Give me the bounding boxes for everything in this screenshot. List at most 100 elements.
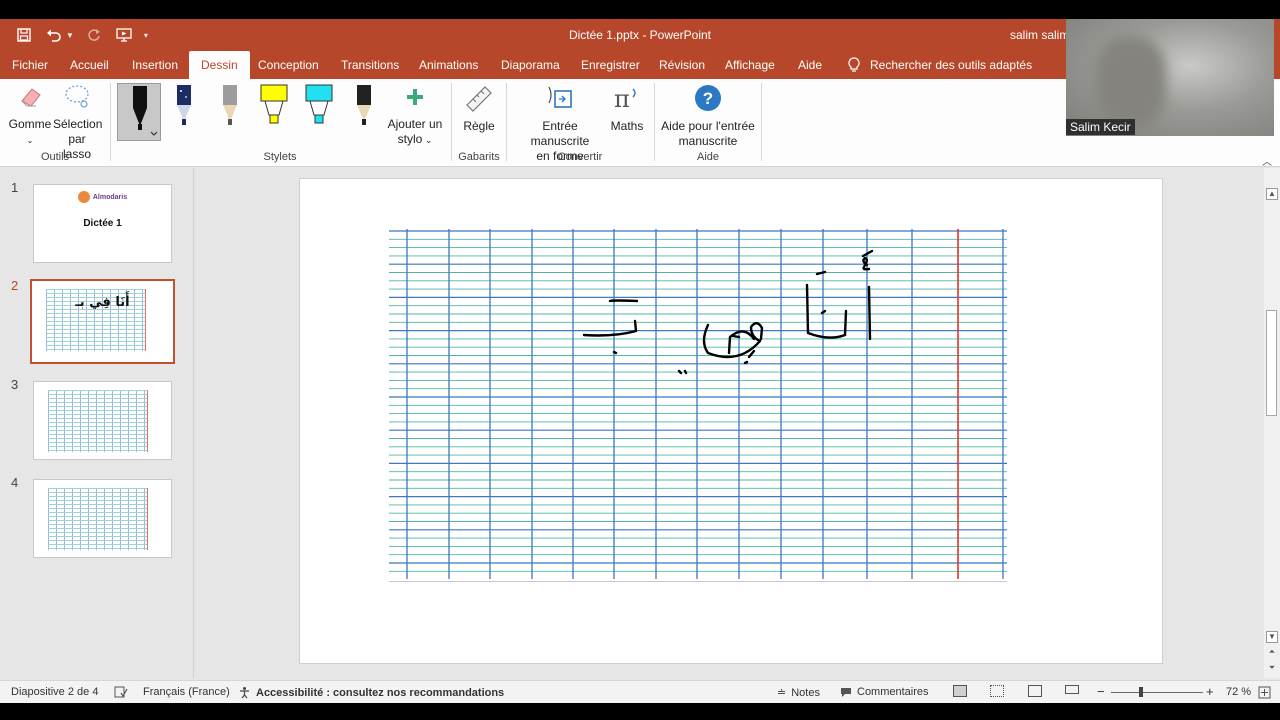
comments-button[interactable]: Commentaires [840,686,929,698]
accessibility-status[interactable]: Accessibilité : consultez nos recommanda… [238,686,504,699]
scroll-up-icon[interactable]: ▲ [1266,188,1278,200]
previous-slide-icon[interactable]: ⏶ [1266,647,1278,659]
black-pen-icon [133,86,158,136]
black-pen-tool[interactable] [117,83,161,141]
add-pen-label-1: Ajouter un [387,117,443,131]
logo-icon [77,191,90,203]
zoom-in-button[interactable]: + [1206,684,1214,699]
spell-check-icon[interactable] [114,686,128,698]
language-status[interactable]: Français (France) [143,686,230,698]
chevron-down-icon: ⌄ [422,135,433,145]
yellow-highlighter-tool[interactable] [259,83,289,135]
comments-label: Commentaires [857,686,929,698]
zoom-out-button[interactable]: − [1097,684,1105,699]
ink-to-shape-icon [548,86,572,108]
tab-conception[interactable]: Conception [258,51,319,79]
cyan-highlighter-tool[interactable] [304,83,334,135]
lasso-icon [65,85,89,108]
notebook-grid [389,229,1007,579]
eraser-button[interactable]: Gomme ⌄ [8,83,52,148]
tab-aide[interactable]: Aide [798,51,822,79]
plus-icon [407,89,423,105]
notes-icon: ≐ [777,687,787,699]
group-label-help: Aide [696,151,720,163]
group-separator [506,83,507,161]
accessibility-text: Accessibilité : consultez nos recommanda… [256,686,505,699]
math-label: Maths [610,119,644,133]
next-slide-icon[interactable]: ⏷ [1266,663,1278,675]
tab-transitions[interactable]: Transitions [341,51,399,79]
notes-label: Notes [791,686,820,699]
comment-icon [841,687,851,697]
slide-thumbnail-1[interactable]: Almodaris Dictée 1 [33,184,172,263]
black-pencil-tool[interactable] [349,83,379,135]
logo: Almodaris [34,191,171,203]
help-question-icon: ? [695,85,721,111]
group-label-tools: Outils [40,151,70,163]
zoom-level[interactable]: 72 % [1226,686,1251,698]
slide-count: Diapositive 2 de 4 [11,686,99,698]
tab-accueil[interactable]: Accueil [70,51,109,79]
tab-diaporama[interactable]: Diaporama [501,51,560,79]
slide-number: 2 [11,278,19,293]
slide-thumbnail-2[interactable]: أَنَا فِي بـ [30,279,175,364]
screen: ▼ ▾ Dictée 1.pptx - PowerPoint salim sal… [0,0,1280,720]
tab-animations[interactable]: Animations [419,51,478,79]
ink-help-label-1: Aide pour l'entrée [661,119,755,133]
lasso-label-1: Sélection [53,117,103,131]
galaxy-pen-icon [177,85,191,125]
tab-enregistrer[interactable]: Enregistrer [581,51,640,79]
notes-button[interactable]: ≐ Notes [777,686,820,700]
notebook-grid-thumbnail [48,390,148,452]
scrollbar-thumb[interactable] [1266,310,1277,416]
tab-dessin[interactable]: Dessin [189,51,250,79]
ink-help-label-2: manuscrite [678,134,738,148]
vertical-scrollbar[interactable]: ▲ ▼ ⏶ ⏷ [1264,168,1280,678]
user-name[interactable]: salim salim [1010,28,1069,42]
pi-math-icon: π [614,85,636,113]
notebook-grid-thumbnail [48,488,148,550]
slide-number: 3 [11,377,19,392]
group-label-convert: Convertir [557,151,603,163]
collapse-ribbon-icon[interactable]: ︿ [1262,153,1272,168]
tell-me-search[interactable]: Rechercher des outils adaptés [848,51,1032,79]
slide-sorter-view-icon[interactable] [990,685,1004,697]
black-pencil-icon [357,85,371,125]
ruler-button[interactable]: Règle [458,83,500,134]
zoom-slider-thumb[interactable] [1139,687,1143,697]
add-pen-button[interactable]: Ajouter un stylo ⌄ [384,83,446,148]
tab-insertion[interactable]: Insertion [132,51,178,79]
galaxy-pen-tool[interactable] [169,83,199,135]
gray-pencil-icon [223,85,237,125]
group-label-templates: Gabarits [458,151,500,163]
tab-revision[interactable]: Révision [659,51,705,79]
tab-affichage[interactable]: Affichage [725,51,775,79]
search-label: Rechercher des outils adaptés [870,58,1033,72]
slide-thumbnail-4[interactable] [33,479,172,558]
fit-to-window-icon[interactable] [1258,686,1271,699]
gray-pencil-tool[interactable] [215,83,245,135]
current-slide[interactable] [299,178,1163,664]
scroll-down-icon[interactable]: ▼ [1266,631,1278,643]
normal-view-icon[interactable] [953,685,967,697]
zoom-slider[interactable] [1111,692,1203,693]
reading-view-icon[interactable] [1028,685,1042,697]
group-separator [654,83,655,161]
ink-to-math-button[interactable]: π Maths [607,83,647,134]
ink-help-button[interactable]: ? Aide pour l'entrée manuscrite [660,83,756,149]
slide-thumbnail-3[interactable] [33,381,172,460]
yellow-highlighter-icon [260,84,288,124]
eraser-icon [21,88,41,107]
slideshow-view-icon[interactable] [1065,685,1079,694]
ruler-icon [466,86,492,112]
notebook-paper [389,229,1007,582]
webcam-overlay: Salim Kecir [1066,19,1274,136]
lightbulb-icon [848,57,860,72]
tab-fichier[interactable]: Fichier [12,51,48,79]
slide-edit-area [195,168,1264,678]
thumbnail-handwriting: أَنَا فِي بـ [75,295,130,310]
svg-text:π: π [614,85,630,113]
slide-number: 4 [11,475,19,490]
logo-text: Almodaris [92,193,128,201]
chevron-down-icon: ⌄ [26,136,34,145]
